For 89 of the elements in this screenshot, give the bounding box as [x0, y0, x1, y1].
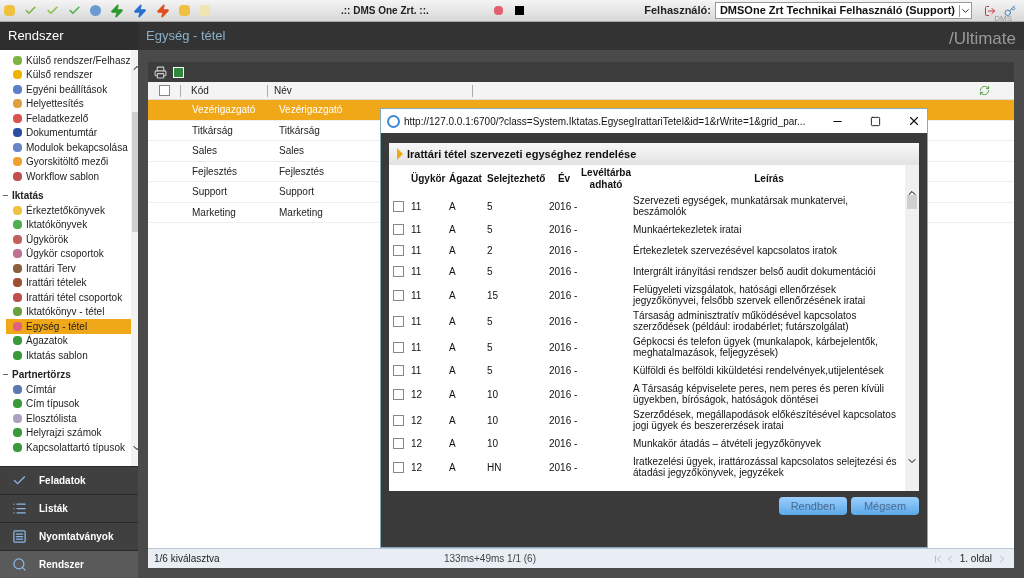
table-cell-text: A	[449, 244, 457, 258]
table-cell-text: 5	[487, 265, 494, 279]
table-cell-text: Support	[192, 185, 229, 200]
table-cell-text: A	[449, 364, 457, 378]
table-cell-text: 11	[411, 265, 423, 279]
table-cell-text: A	[449, 460, 457, 475]
table-cell-text: 11	[411, 199, 423, 214]
table-cell-text: 12	[411, 460, 424, 475]
table-cell-text: 10	[487, 387, 500, 402]
table-cell-text: 10	[487, 437, 500, 451]
table-cell-text: 10	[487, 413, 500, 428]
table-cell-text: 12	[411, 387, 424, 402]
table-cell-text: A	[449, 314, 457, 329]
table-cell-text: Szervezeti egységek, munkatársak munkatervei, beszámolók	[633, 195, 850, 217]
table-cell-text: Értekezletek szervezésével kapcsolatos iratok	[633, 245, 838, 256]
timing-info: 133ms+49ms 1/1 (6)	[444, 552, 536, 566]
app-title: .:: DMS One Zrt. ::.	[341, 4, 429, 18]
column-header: Leírás	[753, 173, 785, 185]
table-cell-text: 12	[411, 437, 424, 451]
table-cell-text: HN	[487, 460, 503, 475]
table-cell-text: Szerződések, megállapodások előkészítésével kapcsolatos jogi ügyek és beszererzések iratai	[633, 409, 897, 431]
logo-caption: DMS	[994, 14, 1012, 24]
table-cell-text: Sales	[192, 144, 218, 159]
table-cell-text: 2016 -	[549, 340, 579, 355]
column-header: Ágazat	[449, 173, 483, 185]
table-cell-text: 11	[411, 314, 423, 329]
table-cell-text: Marketing	[279, 205, 323, 220]
table-cell-text: Munkakör átadás – átvételi jegyzőkönyvek	[633, 438, 822, 449]
table-cell-text: Sales	[279, 144, 304, 159]
table-cell-text: A	[449, 223, 457, 237]
column-header: Levéltárba adható	[580, 167, 632, 191]
logo: /Ultimate	[948, 28, 1016, 51]
table-cell-text: 2016 -	[549, 314, 579, 329]
table-cell-text: Marketing	[192, 205, 237, 220]
table-cell-text: A Társaság képviselete peres, nem peres és peren kívüli ügyekben, bíróságok, hatóságok döntései	[633, 383, 886, 405]
table-cell-text: A	[449, 265, 457, 279]
table-cell-text: 2016 -	[549, 413, 579, 428]
table-cell-text: Support	[279, 185, 315, 200]
table-cell-text: Külföldi és belföldi kiküldetési rendelvények,utijelentések	[633, 365, 885, 376]
table-cell-text: 2016 -	[549, 387, 579, 402]
table-cell-text: 2016 -	[549, 364, 579, 378]
table-cell-text: 2016 -	[549, 244, 579, 258]
selection-count: 1/6 kiválasztva	[154, 552, 221, 566]
table-cell-text: 2016 -	[549, 460, 579, 475]
window-url: http://127.0.0.1:6700/?class=System.Iktatas.EgysegIrattariTetel&id=1&rWrite=1&grid_par...	[404, 114, 806, 129]
section-title: Irattári tétel szervezeti egységhez rendelése	[389, 143, 919, 165]
table-cell-text: 11	[411, 340, 423, 355]
table-cell-text: Fejlesztés	[192, 164, 238, 179]
table-cell-text: 2016 -	[549, 199, 579, 214]
table-cell-text: Vezérigazgató	[279, 103, 343, 118]
table-cell-text: Vezérigazgató	[192, 103, 257, 118]
table-cell-text: Munkaértekezletek iratai	[633, 224, 743, 235]
table-cell-text: Iratkezelési ügyek, irattározással kapcsolatos selejtezési és átadási jegyzőkönyvek, jegyzékek	[633, 456, 898, 478]
user-label: Felhasználó:	[644, 3, 711, 19]
page-title: Egység - tétel	[146, 27, 226, 46]
table-cell-text: 11	[411, 244, 423, 258]
table-cell-text: Intergrált irányítási rendszer belső audit dokumentációi	[633, 266, 877, 277]
sidebar-header: Rendszer	[0, 22, 138, 50]
table-cell-text: A	[449, 387, 457, 402]
page-indicator: 1. oldal	[959, 552, 992, 566]
table-cell-text: 11	[411, 288, 423, 303]
table-cell-text: 5	[487, 340, 494, 355]
table-cell-text: Gépkocsi és telefon ügyek (munkalapok, kárbejelentők, meghatalmazások, feljegyzések)	[633, 336, 880, 358]
table-cell-text: 5	[487, 223, 494, 237]
column-header: Év	[556, 173, 572, 185]
column-header: Selejtezhető	[487, 173, 547, 185]
table-cell-text: A	[449, 288, 457, 303]
table-cell-text: Titkárság	[192, 123, 234, 138]
table-cell-text: 2016 -	[549, 288, 579, 303]
table-cell-text: 2016 -	[549, 265, 579, 279]
table-cell-text: 5	[487, 364, 494, 378]
table-cell-text: A	[449, 340, 457, 355]
table-cell-text: A	[449, 199, 457, 214]
table-cell-text: A	[449, 413, 457, 428]
table-cell-text: Felügyeleti vizsgálatok, hatósági ellenőrzések jegyzőkönyvei, felsőbb szervek ellenőrzésének iratai	[633, 284, 867, 306]
table-cell-text: Fejlesztés	[279, 164, 324, 179]
table-cell-text: Társaság adminisztratív működésével kapcsolatos szerződések (például: irodabérlet; futárszolgálat)	[633, 310, 858, 332]
table-cell-text: 11	[411, 223, 423, 237]
table-cell-text: 15	[487, 288, 500, 303]
table-cell-text: 2016 -	[549, 437, 579, 451]
column-header: Ügykör	[411, 173, 447, 185]
table-cell-text: A	[449, 437, 457, 451]
table-cell-text: Titkárság	[279, 123, 320, 138]
table-cell-text: 12	[411, 413, 424, 428]
table-cell-text: 11	[411, 364, 423, 378]
table-cell-text: 5	[487, 199, 494, 214]
table-cell-text: 2	[487, 244, 494, 258]
table-cell-text: 2016 -	[549, 223, 579, 237]
table-cell-text: 5	[487, 314, 494, 329]
